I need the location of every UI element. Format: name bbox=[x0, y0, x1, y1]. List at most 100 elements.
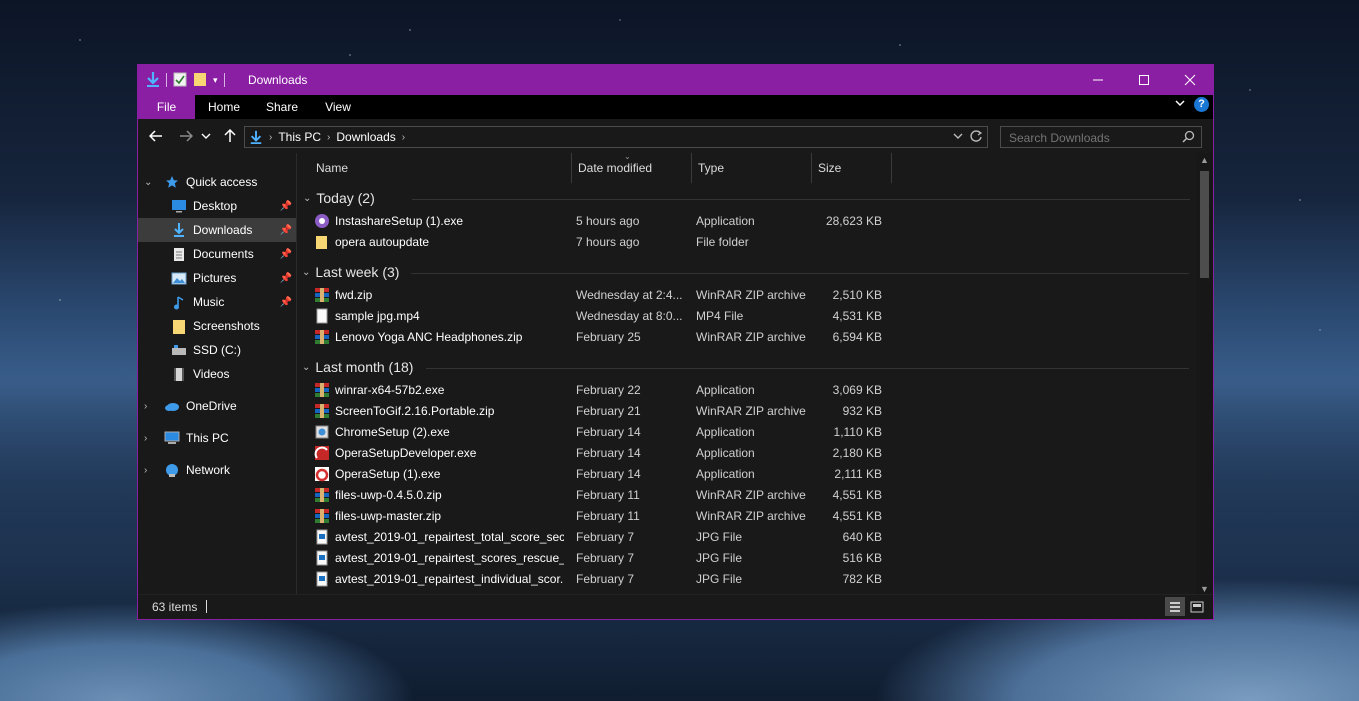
table-row[interactable]: ChromeSetup (2).exe February 14 Applicat… bbox=[296, 421, 896, 442]
toolbar-separator bbox=[223, 73, 225, 87]
file-name: opera autoupdate bbox=[335, 235, 430, 249]
sidebar-item-network[interactable]: › Network bbox=[138, 458, 296, 482]
sidebar-item-videos[interactable]: Videos bbox=[138, 362, 296, 386]
pin-icon[interactable]: 📌 bbox=[280, 201, 292, 212]
sidebar-item-this-pc[interactable]: › This PC bbox=[138, 426, 296, 450]
file-date: February 14 bbox=[576, 425, 641, 439]
table-row[interactable]: fwd.zip Wednesday at 2:4... WinRAR ZIP a… bbox=[296, 284, 896, 305]
pin-icon[interactable]: 📌 bbox=[280, 273, 292, 284]
file-date: 5 hours ago bbox=[576, 214, 640, 228]
file-date: February 11 bbox=[576, 488, 640, 502]
file-date: February 21 bbox=[576, 404, 641, 418]
breadcrumb-chevron-icon[interactable]: › bbox=[269, 132, 272, 143]
opera-icon bbox=[314, 466, 330, 482]
breadcrumb-this-pc[interactable]: This PC bbox=[278, 130, 321, 144]
winrar-icon bbox=[314, 287, 330, 303]
sidebar-item-desktop[interactable]: Desktop 📌 bbox=[138, 194, 296, 218]
table-row[interactable]: files-uwp-0.4.5.0.zip February 11 WinRAR… bbox=[296, 484, 896, 505]
sidebar-item-screenshots[interactable]: Screenshots bbox=[138, 314, 296, 338]
table-row[interactable]: files-uwp-master.zip February 11 WinRAR … bbox=[296, 505, 896, 526]
sidebar-item-music[interactable]: Music 📌 bbox=[138, 290, 296, 314]
file-type: WinRAR ZIP archive bbox=[696, 330, 806, 344]
file-date: Wednesday at 2:4... bbox=[576, 288, 683, 302]
recent-locations-button[interactable] bbox=[200, 126, 212, 146]
sidebar-item-quick-access[interactable]: ⌄ Quick access bbox=[138, 170, 296, 194]
vertical-scrollbar[interactable]: ▲ ▼ bbox=[1196, 153, 1213, 596]
new-folder-icon[interactable] bbox=[193, 71, 207, 90]
sidebar-item-downloads[interactable]: Downloads 📌 bbox=[138, 218, 296, 242]
chevron-right-icon[interactable]: › bbox=[144, 401, 147, 412]
search-icon[interactable] bbox=[1182, 130, 1195, 146]
group-divider bbox=[411, 273, 1189, 274]
table-row[interactable]: sample jpg.mp4 Wednesday at 8:0... MP4 F… bbox=[296, 305, 896, 326]
chevron-down-icon: ⌄ bbox=[302, 361, 311, 373]
scroll-up-icon[interactable]: ▲ bbox=[1196, 155, 1213, 165]
item-count: 63 items bbox=[152, 600, 198, 614]
tab-share[interactable]: Share bbox=[256, 95, 308, 119]
scroll-down-icon[interactable]: ▼ bbox=[1196, 584, 1213, 594]
breadcrumb-chevron-icon[interactable]: › bbox=[327, 132, 330, 143]
tab-file[interactable]: File bbox=[138, 95, 195, 119]
sidebar-item-onedrive[interactable]: › OneDrive bbox=[138, 394, 296, 418]
chevron-right-icon[interactable]: › bbox=[144, 433, 147, 444]
file-size: 3,069 KB bbox=[832, 383, 882, 397]
pin-icon[interactable]: 📌 bbox=[280, 225, 292, 236]
opera-dev-icon bbox=[314, 445, 330, 461]
help-button[interactable]: ? bbox=[1194, 97, 1209, 112]
group-header-last-week[interactable]: ⌄ Last week (3) bbox=[302, 262, 399, 282]
table-row[interactable]: InstashareSetup (1).exe 5 hours ago Appl… bbox=[296, 210, 896, 231]
status-separator bbox=[206, 600, 207, 613]
search-input[interactable] bbox=[1007, 130, 1181, 146]
chevron-down-icon[interactable]: ⌄ bbox=[144, 177, 152, 188]
scrollbar-thumb[interactable] bbox=[1200, 171, 1209, 278]
tab-view[interactable]: View bbox=[314, 95, 362, 119]
jpg-icon bbox=[314, 529, 330, 545]
sidebar-item-pictures[interactable]: Pictures 📌 bbox=[138, 266, 296, 290]
up-button[interactable] bbox=[220, 126, 240, 146]
table-row[interactable]: OperaSetup (1).exe February 14 Applicati… bbox=[296, 463, 896, 484]
table-row[interactable]: OperaSetupDeveloper.exe February 14 Appl… bbox=[296, 442, 896, 463]
group-header-last-month[interactable]: ⌄ Last month (18) bbox=[302, 357, 413, 377]
address-dropdown-icon[interactable] bbox=[953, 129, 963, 146]
breadcrumb-downloads[interactable]: Downloads bbox=[336, 130, 395, 144]
chevron-right-icon[interactable]: › bbox=[144, 465, 147, 476]
refresh-icon[interactable] bbox=[969, 129, 983, 146]
pin-icon[interactable]: 📌 bbox=[280, 297, 292, 308]
file-size: 4,551 KB bbox=[832, 488, 882, 502]
sidebar-item-ssd[interactable]: SSD (C:) bbox=[138, 338, 296, 362]
file-name: InstashareSetup (1).exe bbox=[335, 214, 464, 228]
file-name: fwd.zip bbox=[335, 288, 373, 302]
table-row[interactable]: Lenovo Yoga ANC Headphones.zip February … bbox=[296, 326, 896, 347]
file-type: WinRAR ZIP archive bbox=[696, 404, 806, 418]
table-row[interactable]: avtest_2019-01_repairtest_scores_rescue_… bbox=[296, 547, 896, 568]
expand-ribbon-icon[interactable] bbox=[1174, 97, 1186, 112]
customize-toolbar-icon[interactable]: ▾ bbox=[213, 75, 218, 86]
back-button[interactable] bbox=[146, 126, 166, 146]
forward-button[interactable] bbox=[176, 126, 196, 146]
table-row[interactable]: ScreenToGif.2.16.Portable.zip February 2… bbox=[296, 400, 896, 421]
tab-home[interactable]: Home bbox=[198, 95, 250, 119]
table-row[interactable]: avtest_2019-01_repairtest_individual_sco… bbox=[296, 568, 896, 589]
title-bar[interactable]: ▾ Downloads bbox=[138, 65, 1213, 95]
navigation-bar: › This PC › Downloads › bbox=[138, 119, 1213, 153]
minimize-button[interactable] bbox=[1075, 65, 1121, 95]
sidebar-item-label: Downloads bbox=[193, 223, 253, 237]
close-button[interactable] bbox=[1167, 65, 1213, 95]
winrar-icon bbox=[314, 329, 330, 345]
table-row[interactable]: winrar-x64-57b2.exe February 22 Applicat… bbox=[296, 379, 896, 400]
breadcrumb-chevron-icon[interactable]: › bbox=[402, 132, 405, 143]
maximize-button[interactable] bbox=[1121, 65, 1167, 95]
file-type: JPG File bbox=[696, 572, 743, 586]
download-arrow-icon[interactable] bbox=[146, 71, 160, 90]
details-view-icon[interactable] bbox=[1165, 597, 1185, 616]
address-bar[interactable]: › This PC › Downloads › bbox=[244, 126, 988, 148]
table-row[interactable]: opera autoupdate 7 hours ago File folder bbox=[296, 231, 896, 252]
properties-icon[interactable] bbox=[173, 71, 187, 90]
large-icons-view-icon[interactable] bbox=[1187, 597, 1207, 616]
pin-icon[interactable]: 📌 bbox=[280, 249, 292, 260]
table-row[interactable]: avtest_2019-01_repairtest_total_score_se… bbox=[296, 526, 896, 547]
file-date: February 11 bbox=[576, 509, 640, 523]
file-type: Application bbox=[696, 214, 755, 228]
search-box[interactable] bbox=[1000, 126, 1202, 148]
sidebar-item-documents[interactable]: Documents 📌 bbox=[138, 242, 296, 266]
